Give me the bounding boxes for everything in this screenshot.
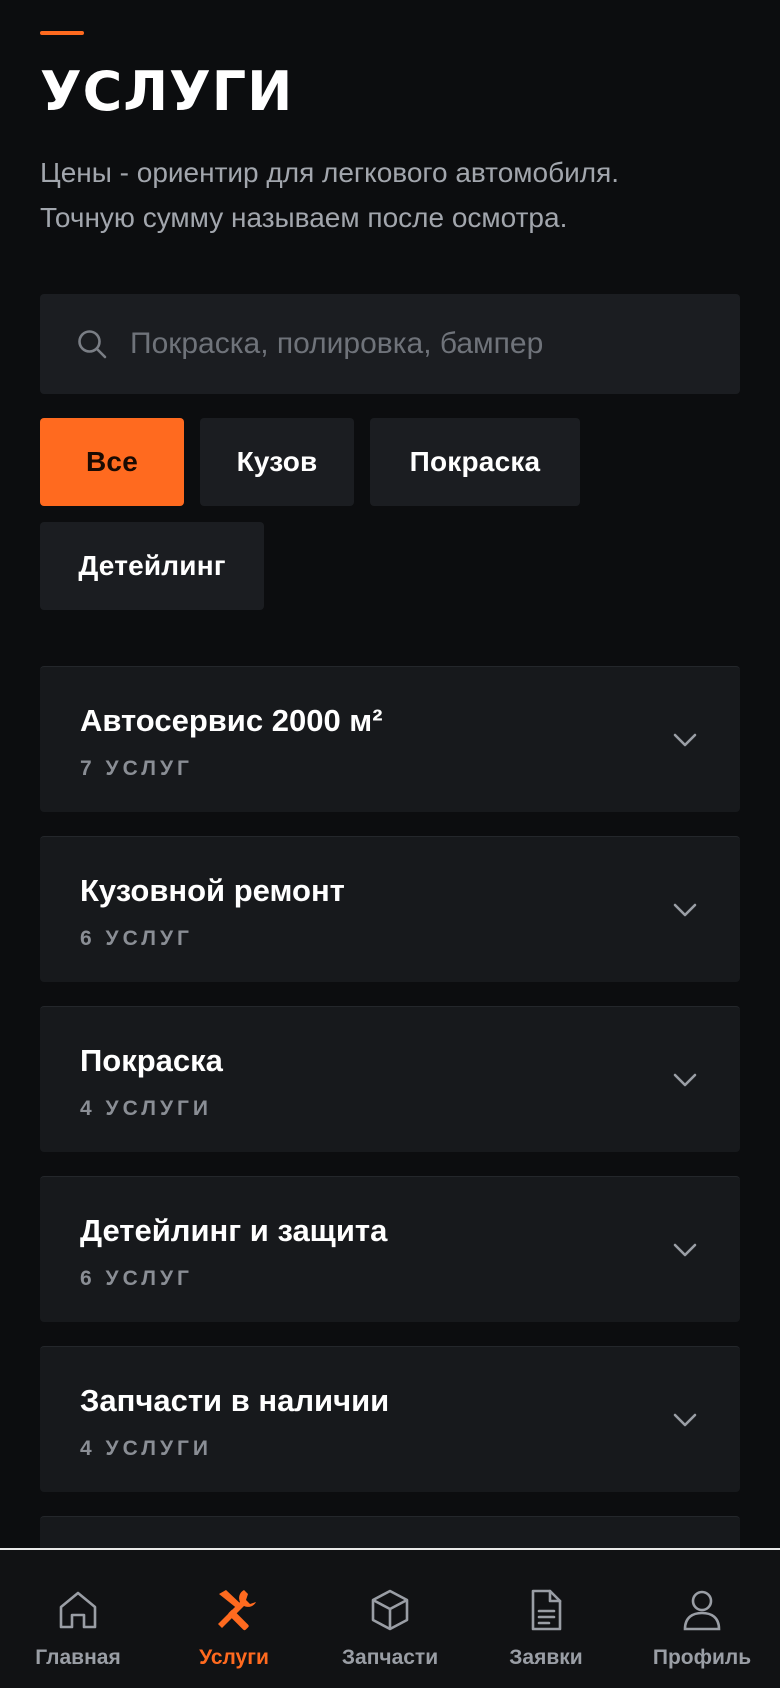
filter-chip-detailing[interactable]: Детейлинг [40,522,264,610]
chevron-down-icon[interactable] [670,895,700,925]
filter-chip-all[interactable]: Все [40,418,184,506]
page-subtitle: Цены - ориентир для легкового автомобиля… [40,150,760,240]
category-count: 7 УСЛУГ [80,757,193,780]
category-title: Покраска [80,1043,223,1078]
category-card-detailing[interactable]: Детейлинг и защита 6 УСЛУГ [40,1176,740,1322]
category-title: Кузовной ремонт [80,873,345,908]
category-title: Запчасти в наличии [80,1383,390,1418]
category-card-painting[interactable]: Покраска 4 УСЛУГИ [40,1006,740,1152]
box-icon [371,1589,409,1631]
nav-label: Главная [35,1646,121,1669]
nav-item-profile[interactable]: Профиль [624,1550,780,1688]
chevron-down-icon[interactable] [670,1405,700,1435]
nav-label: Профиль [652,1646,752,1669]
title-accent-line [40,31,84,35]
search-input[interactable] [130,294,740,394]
category-title: Детейлинг и защита [80,1213,388,1248]
chevron-down-icon[interactable] [670,1235,700,1265]
category-card-autoservice[interactable]: Автосервис 2000 м² 7 УСЛУГ [40,666,740,812]
search-icon [74,326,110,362]
nav-item-home[interactable]: Главная [0,1550,156,1688]
category-title: Автосервис 2000 м² [80,703,383,738]
category-count: 4 УСЛУГИ [80,1437,213,1460]
nav-label: Услуги [199,1646,269,1669]
nav-item-services[interactable]: Услуги [156,1550,312,1688]
document-icon [531,1589,562,1631]
search-bar[interactable] [40,294,740,394]
tools-icon [218,1590,256,1631]
category-count: 6 УСЛУГ [80,1267,193,1290]
nav-label: Запчасти [341,1646,439,1669]
home-icon [59,1591,97,1629]
nav-label: Заявки [509,1646,583,1669]
page-title: УСЛУГИ [40,60,294,123]
nav-item-requests[interactable]: Заявки [468,1550,624,1688]
subtitle-line-2: Точную сумму называем после осмотра. [40,202,568,233]
category-count: 6 УСЛУГ [80,927,193,950]
user-icon [683,1590,721,1631]
bottom-navigation: Главная Услуги Запчасти Заявки Профиль [0,1548,780,1688]
category-card-parts[interactable]: Запчасти в наличии 4 УСЛУГИ [40,1346,740,1492]
filter-chip-body[interactable]: Кузов [200,418,354,506]
nav-item-parts[interactable]: Запчасти [312,1550,468,1688]
chevron-down-icon[interactable] [670,725,700,755]
category-card-body-repair[interactable]: Кузовной ремонт 6 УСЛУГ [40,836,740,982]
category-count: 4 УСЛУГИ [80,1097,213,1120]
subtitle-line-1: Цены - ориентир для легкового автомобиля… [40,157,620,188]
filter-chip-paint[interactable]: Покраска [370,418,580,506]
services-page: УСЛУГИ Цены - ориентир для легкового авт… [0,0,780,1688]
chevron-down-icon[interactable] [670,1065,700,1095]
